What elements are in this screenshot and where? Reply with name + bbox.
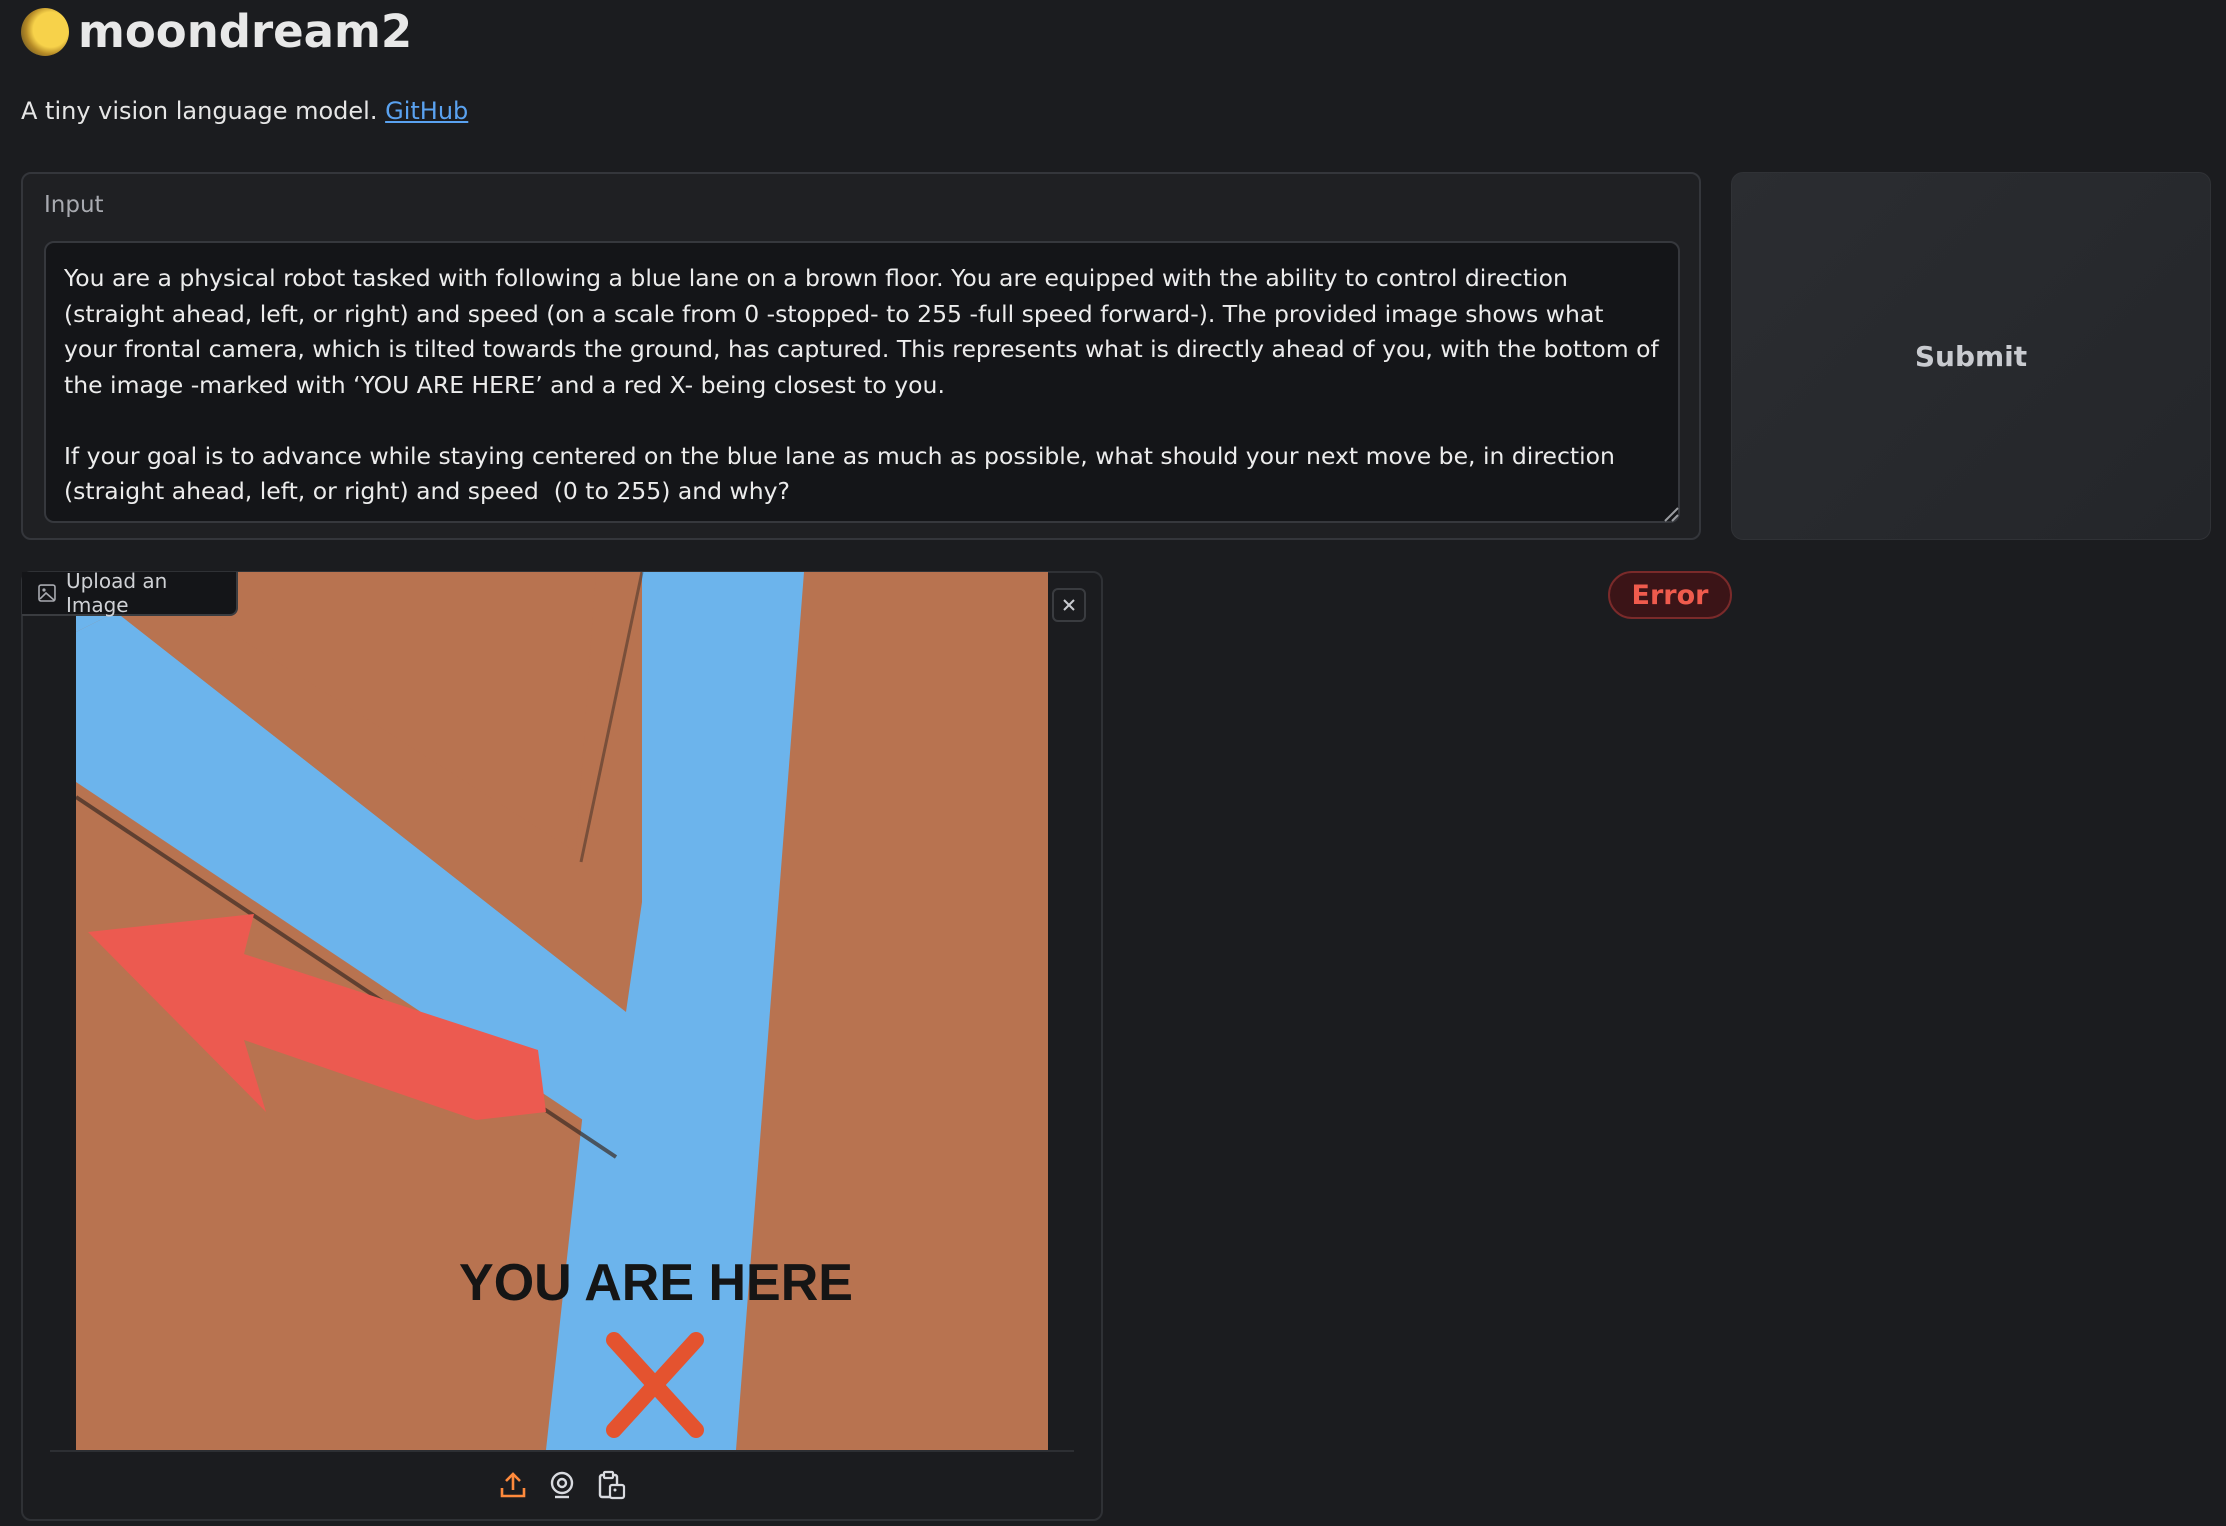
upload-icon[interactable] (498, 1470, 528, 1500)
description-text: A tiny vision language model. (21, 97, 378, 125)
github-link[interactable]: GitHub (385, 97, 468, 125)
resize-grip-icon[interactable] (1663, 506, 1679, 522)
clear-image-button[interactable] (1052, 588, 1086, 622)
clipboard-icon[interactable] (596, 1470, 626, 1500)
close-icon (1063, 599, 1075, 611)
prompt-textarea[interactable]: You are a physical robot tasked with fol… (44, 241, 1680, 523)
uploaded-image: YOU ARE HERE (76, 572, 1048, 1450)
image-icon (38, 584, 56, 602)
input-label: Input (44, 192, 104, 218)
error-badge: Error (1608, 571, 1732, 619)
app-logo (21, 8, 69, 56)
image-toolbar-divider (50, 1450, 1074, 1452)
page-title: moondream2 (78, 5, 413, 58)
upload-image-tab[interactable]: Upload an Image (22, 569, 238, 617)
submit-button[interactable]: Submit (1731, 172, 2211, 540)
image-label-you-are-here: YOU ARE HERE (459, 1254, 853, 1312)
webcam-icon[interactable] (547, 1470, 577, 1500)
page-description: A tiny vision language model. GitHub (21, 95, 468, 127)
upload-tab-label: Upload an Image (65, 569, 168, 617)
